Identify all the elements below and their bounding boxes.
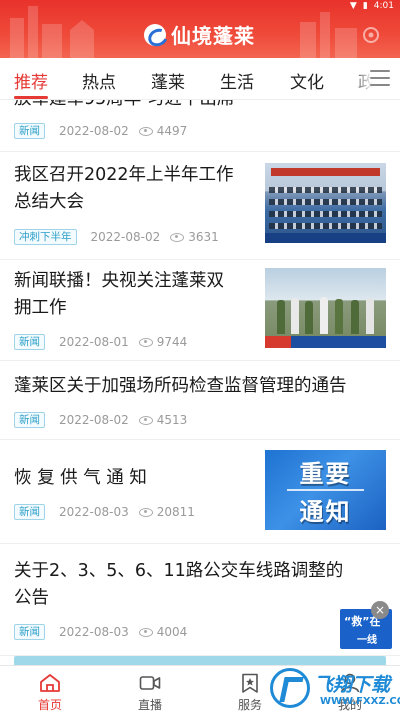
site-watermark: 飞翔下载 WWW.FXXZ.COM (270, 665, 400, 713)
battery-icon: ▮ (362, 1, 368, 11)
status-time: 4:01 (373, 1, 394, 11)
notice-text-line: 通知 (299, 497, 352, 526)
nav-label: 直播 (137, 698, 162, 712)
category-tag: 冲刺下半年 (14, 229, 77, 245)
news-date: 2022-08-01 (59, 335, 129, 349)
news-date: 2022-08-02 (59, 413, 129, 427)
news-feed: 放军建军95周年 习近平出席 新闻 2022-08-02 4497 我区召开20… (0, 100, 400, 665)
news-title: 恢 复 供 气 通 知 (14, 468, 147, 488)
app-logo: 仙境蓬莱 (144, 20, 255, 49)
news-views: 3631 (188, 230, 219, 244)
news-item[interactable]: 蓬莱区关于加强场所码检查监督管理的通告 新闻 2022-08-02 4513 (0, 361, 400, 440)
category-tag: 新闻 (14, 123, 45, 139)
category-tag: 新闻 (14, 412, 45, 428)
news-views: 9744 (156, 335, 188, 349)
news-title-line: 拥工作 (14, 298, 67, 318)
news-meta: 冲刺下半年 2022-08-02 3631 (14, 229, 219, 245)
channel-tabs: 推荐 热点 蓬莱 生活 文化 政 (0, 58, 400, 100)
tab-life[interactable]: 生活 (220, 68, 254, 93)
notice-thumbnail: 重要 通知 (265, 450, 386, 530)
category-tag: 新闻 (14, 624, 45, 640)
nav-live[interactable]: 直播 (100, 666, 200, 713)
nav-home[interactable]: 首页 (0, 666, 100, 713)
tab-hot[interactable]: 热点 (82, 68, 116, 93)
notice-text-line: 重要 (299, 459, 352, 488)
views-icon (138, 627, 153, 637)
watermark-url: WWW.FXXZ.COM (320, 696, 400, 707)
news-title: 新闻联播！央视关注蓬莱双 拥工作 (14, 268, 224, 322)
news-views: 4513 (156, 413, 188, 427)
news-date: 2022-08-02 (59, 124, 129, 138)
status-bar: ▼ ▮ 4:01 (350, 0, 394, 12)
news-item[interactable]: 恢 复 供 气 通 知 新闻 2022-08-03 20811 重要 通知 (0, 440, 400, 544)
news-views: 20811 (156, 505, 195, 519)
tab-recommend[interactable]: 推荐 (14, 68, 48, 93)
active-tab-indicator (14, 96, 48, 99)
news-title-line: 关于2、3、5、6、11路公交车线路调整的 (14, 561, 344, 581)
soldiers-photo-thumbnail (265, 268, 386, 348)
tab-penglai[interactable]: 蓬莱 (151, 68, 185, 93)
views-icon (138, 507, 153, 517)
wifi-icon: ▼ (349, 1, 357, 11)
news-item[interactable]: 放军建军95周年 习近平出席 新闻 2022-08-02 4497 (0, 100, 400, 152)
news-title-line: 公告 (14, 588, 49, 608)
news-item[interactable]: 我区召开2022年上半年工作 总结大会 冲刺下半年 2022-08-02 363… (0, 152, 400, 260)
views-icon (138, 337, 153, 347)
tab-culture[interactable]: 文化 (290, 68, 324, 93)
category-tag: 新闻 (14, 504, 45, 520)
bookmark-star-icon (242, 673, 258, 693)
news-meta: 新闻 2022-08-03 20811 (14, 504, 195, 520)
news-meta: 新闻 2022-08-02 4497 (14, 123, 187, 139)
promo-text-line: 一线 (357, 635, 377, 646)
news-title-line: 新闻联播！央视关注蓬莱双 (14, 271, 224, 291)
logo-icon (144, 23, 166, 46)
news-title: 关于2、3、5、6、11路公交车线路调整的 公告 (14, 558, 343, 612)
news-title: 我区召开2022年上半年工作 总结大会 (14, 162, 234, 216)
news-views: 4004 (156, 625, 188, 639)
news-meta: 新闻 2022-08-01 9744 (14, 334, 187, 350)
news-title: 蓬莱区关于加强场所码检查监督管理的通告 (14, 376, 347, 396)
views-icon (138, 126, 153, 136)
close-icon[interactable]: × (371, 601, 389, 619)
news-date: 2022-08-02 (90, 230, 161, 244)
news-meta: 新闻 2022-08-03 4004 (14, 624, 187, 640)
news-title-line: 我区召开2022年上半年工作 (14, 165, 234, 185)
watermark-logo-icon (270, 668, 310, 708)
app-header: ▼ ▮ 4:01 仙境蓬莱 (0, 0, 400, 58)
views-icon (170, 232, 185, 242)
news-item[interactable]: 新闻联播！央视关注蓬莱双 拥工作 新闻 2022-08-01 9744 (0, 260, 400, 361)
next-item-teaser (14, 656, 386, 665)
home-icon (40, 674, 60, 692)
news-title-line: 总结大会 (14, 192, 84, 212)
app-title: 仙境蓬莱 (171, 24, 255, 48)
video-camera-icon (139, 676, 161, 690)
views-icon (138, 415, 153, 425)
news-meta: 新闻 2022-08-02 4513 (14, 412, 187, 428)
news-date: 2022-08-03 (59, 505, 129, 519)
news-date: 2022-08-03 (59, 625, 129, 639)
news-title: 放军建军95周年 习近平出席 (14, 100, 234, 113)
meeting-photo-thumbnail (265, 163, 386, 243)
watermark-title: 飞翔下载 (314, 674, 391, 696)
category-tag: 新闻 (14, 334, 45, 350)
news-views: 4497 (156, 124, 188, 138)
header-action-icon[interactable] (362, 26, 380, 44)
nav-label: 首页 (37, 698, 62, 712)
channel-menu-icon[interactable] (370, 70, 390, 86)
